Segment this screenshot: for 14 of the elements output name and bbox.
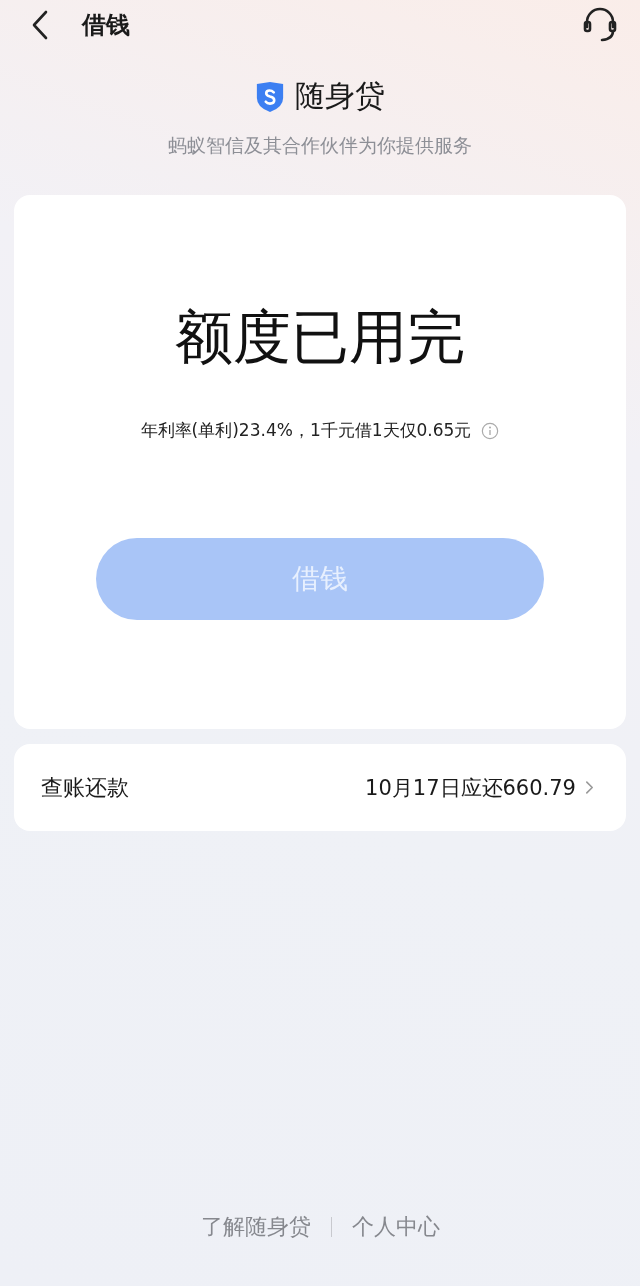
bill-label: 查账还款 [41,773,130,802]
brand-subtitle: 蚂蚁智信及其合作伙伴为你提供服务 [167,133,473,158]
bill-due-amount: 10月17日应还660.79 [365,774,576,802]
shield-icon [255,80,285,113]
bill-row[interactable]: 查账还款 10月17日应还660.79 [14,744,626,831]
chevron-right-icon [585,780,594,795]
headset-icon[interactable] [582,7,618,43]
back-icon[interactable] [32,10,48,40]
brand-name: 随身贷 [295,77,385,115]
interest-rate-note: 年利率(单利)23.4%，1千元借1天仅0.65元 [140,419,472,442]
footer-link[interactable]: 了解随身贷 [200,1212,311,1242]
footer-link[interactable]: 个人中心 [351,1212,440,1242]
credit-status-headline: 额度已用完 [175,302,465,373]
page-title: 借钱 [82,10,131,41]
